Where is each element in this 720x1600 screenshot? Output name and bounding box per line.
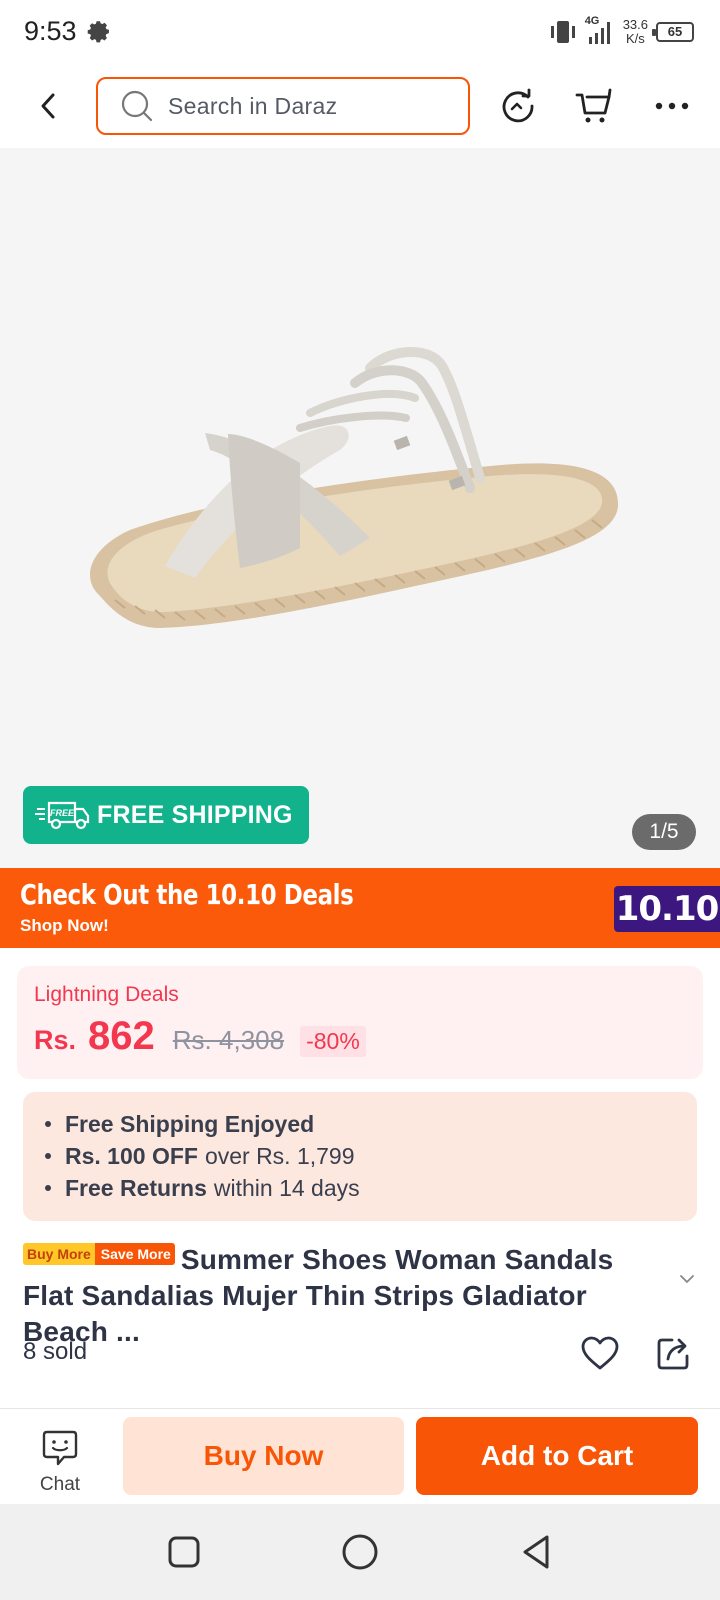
speed-value: 33.6 xyxy=(622,17,648,32)
vibrate-icon xyxy=(550,21,575,43)
discount-badge: -80% xyxy=(300,1026,366,1057)
perks-panel[interactable]: Free Shipping Enjoyed Rs. 100 OFF over R… xyxy=(23,1092,697,1221)
home-icon[interactable] xyxy=(340,1532,380,1572)
bullet-icon xyxy=(45,1185,51,1191)
battery-level: 65 xyxy=(667,24,683,39)
deals-banner[interactable]: Check Out the 10.10 Deals Shop Now! 10.1… xyxy=(0,868,720,948)
status-bar: 9:53 4G 33.6 K/s 65 xyxy=(0,0,720,66)
price-currency: Rs. xyxy=(34,1025,77,1055)
system-navigation-bar xyxy=(0,1504,720,1600)
top-nav: Search in Daraz xyxy=(0,66,720,148)
recent-apps-icon[interactable] xyxy=(164,1532,204,1572)
search-input[interactable]: Search in Daraz xyxy=(96,77,470,135)
price-row: Rs. 862 Rs. 4,308 -80% xyxy=(34,1014,366,1059)
perk-bold: Free Returns xyxy=(65,1175,207,1201)
delivery-truck-icon: FREE xyxy=(35,801,90,830)
promo-tag-right: Save More xyxy=(94,1243,175,1265)
settings-gear-icon xyxy=(87,21,109,43)
product-title-block[interactable]: Buy More Save More Summer Shoes Woman Sand… xyxy=(23,1242,663,1350)
share-icon[interactable] xyxy=(654,1334,694,1374)
refresh-button[interactable] xyxy=(496,84,540,128)
free-shipping-badge: FREE FREE SHIPPING xyxy=(23,786,309,844)
sold-count: 8 sold xyxy=(23,1338,88,1365)
battery-icon: 65 xyxy=(652,22,694,42)
bullet-icon xyxy=(45,1153,51,1159)
buy-more-save-more-tag: Buy More Save More xyxy=(23,1243,175,1265)
add-to-cart-button[interactable]: Add to Cart xyxy=(416,1417,698,1495)
deals-banner-title: Check Out the 10.10 Deals xyxy=(20,878,354,911)
more-icon xyxy=(655,102,689,110)
perk-item: Free Returns within 14 days xyxy=(45,1172,697,1204)
back-triangle-icon[interactable] xyxy=(516,1532,556,1572)
bullet-icon xyxy=(45,1121,51,1127)
cart-button[interactable] xyxy=(572,84,616,128)
chat-label: Chat xyxy=(39,1474,81,1495)
perk-bold: Free Shipping Enjoyed xyxy=(65,1111,315,1137)
perk-rest: within 14 days xyxy=(213,1175,360,1201)
chevron-down-icon[interactable] xyxy=(676,1268,698,1290)
network-type: 4G xyxy=(584,15,600,27)
back-button[interactable] xyxy=(30,86,66,126)
bottom-action-bar: Chat Buy Now Add to Cart xyxy=(0,1408,720,1504)
chat-icon xyxy=(42,1430,78,1466)
free-badge-small: FREE xyxy=(50,808,75,818)
product-image-sandal xyxy=(90,347,619,628)
perk-item: Free Shipping Enjoyed xyxy=(45,1108,697,1140)
refresh-icon xyxy=(502,88,534,123)
search-icon xyxy=(121,90,153,122)
lightning-deal-label: Lightning Deals xyxy=(34,983,179,1006)
more-options-button[interactable] xyxy=(650,84,694,128)
search-placeholder: Search in Daraz xyxy=(168,92,338,119)
status-indicators: 4G 33.6 K/s 65 xyxy=(549,14,694,50)
current-price: 862 xyxy=(88,1014,155,1058)
perk-bold: Rs. 100 OFF xyxy=(65,1143,198,1169)
status-time: 9:53 xyxy=(24,16,77,46)
original-price: Rs. 4,308 xyxy=(172,1025,285,1055)
lightning-deal-panel: Lightning Deals Rs. 862 Rs. 4,308 -80% xyxy=(17,966,703,1079)
chat-button[interactable]: Chat xyxy=(28,1429,92,1495)
perk-rest: over Rs. 1,799 xyxy=(204,1143,355,1169)
perk-item: Rs. 100 OFF over Rs. 1,799 xyxy=(45,1140,697,1172)
speed-unit: K/s xyxy=(625,31,645,46)
signal-icon: 4G xyxy=(584,15,615,47)
promo-tag-left: Buy More xyxy=(23,1243,95,1265)
product-image-gallery[interactable]: FREE FREE SHIPPING 1/5 xyxy=(0,148,720,868)
wishlist-heart-icon[interactable] xyxy=(580,1334,620,1374)
deals-badge: 10.10 xyxy=(614,886,720,932)
chevron-left-icon xyxy=(41,93,55,119)
network-speed: 33.6 K/s xyxy=(623,18,648,46)
free-shipping-label: FREE SHIPPING xyxy=(97,800,293,829)
image-counter: 1/5 xyxy=(632,814,696,850)
deals-banner-subtitle: Shop Now! xyxy=(20,916,109,935)
buy-now-button[interactable]: Buy Now xyxy=(123,1417,404,1495)
cart-icon xyxy=(575,88,612,123)
